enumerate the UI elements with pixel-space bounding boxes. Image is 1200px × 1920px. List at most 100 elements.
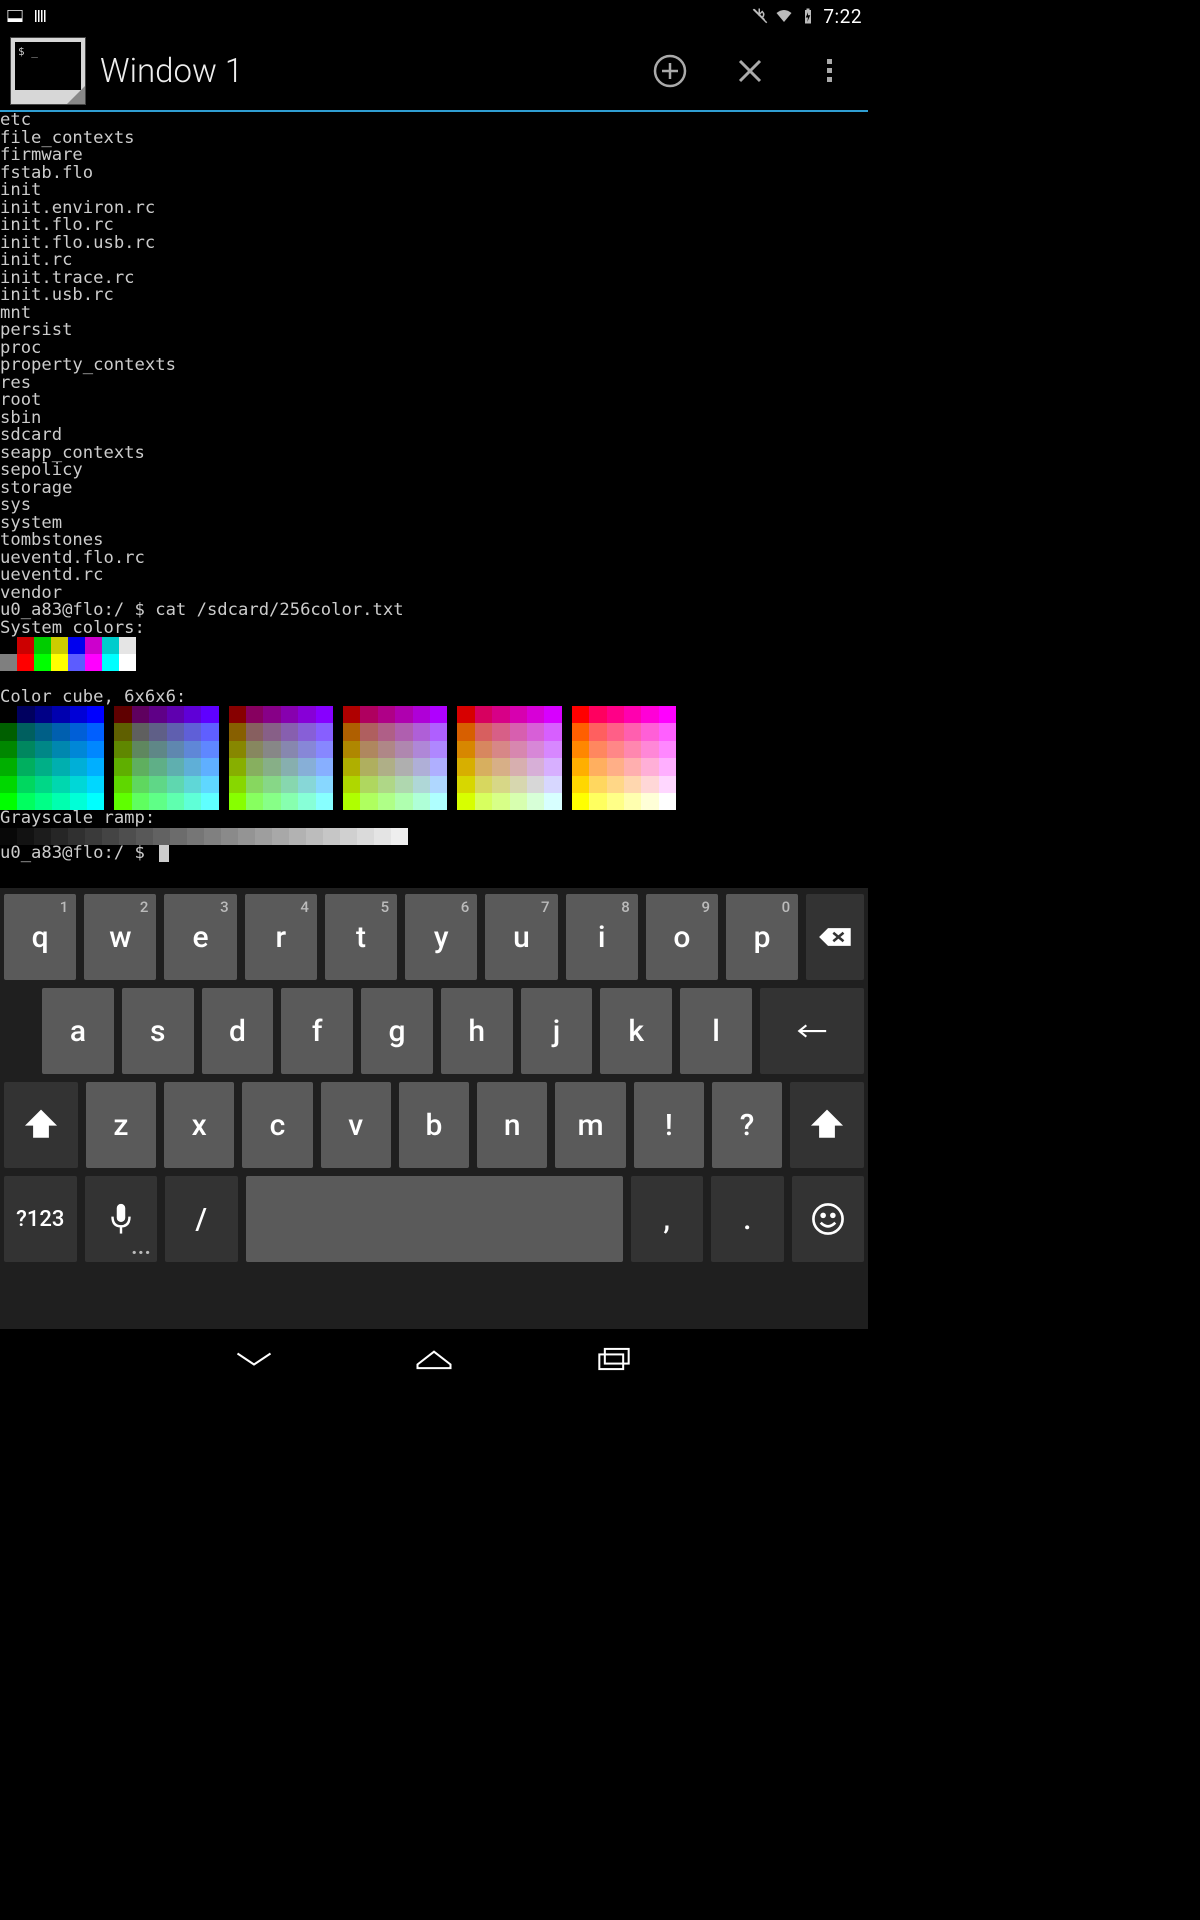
key-i[interactable]: i8: [566, 894, 638, 980]
color-cell: [263, 706, 280, 723]
key-t[interactable]: t5: [325, 894, 397, 980]
tab-selector[interactable]: $ _: [10, 37, 86, 105]
color-cell: [624, 758, 641, 775]
key-sub-label: ...: [131, 1232, 151, 1260]
key-p[interactable]: p0: [726, 894, 798, 980]
key-b[interactable]: b: [399, 1082, 469, 1168]
shift-key-right[interactable]: [790, 1082, 864, 1168]
key-label: f: [312, 1014, 323, 1049]
key-label: h: [468, 1014, 485, 1049]
space-key[interactable]: [246, 1176, 623, 1262]
color-cell: [572, 793, 589, 810]
key-w[interactable]: w2: [84, 894, 156, 980]
key-exclaim[interactable]: !: [634, 1082, 704, 1168]
key-l[interactable]: l: [680, 988, 752, 1074]
terminal-line: sbin: [0, 410, 868, 428]
key-v[interactable]: v: [321, 1082, 391, 1168]
gray-cell: [153, 828, 170, 845]
key-k[interactable]: k: [600, 988, 672, 1074]
color-cell: [343, 758, 360, 775]
color-cell: [607, 793, 624, 810]
key-label: ?: [740, 1108, 755, 1143]
color-cell: [624, 793, 641, 810]
key-d[interactable]: d: [202, 988, 274, 1074]
color-cell: [246, 741, 263, 758]
cursor-icon: [159, 845, 169, 862]
color-cell: [492, 758, 509, 775]
period-key[interactable]: .: [711, 1176, 784, 1262]
key-label: q: [32, 920, 49, 955]
key-question[interactable]: ?: [712, 1082, 782, 1168]
comma-key[interactable]: ,: [631, 1176, 704, 1262]
key-s[interactable]: s: [122, 988, 194, 1074]
shift-icon: [810, 1108, 844, 1142]
gray-cell: [357, 828, 374, 845]
gray-cell: [204, 828, 221, 845]
new-window-button[interactable]: [642, 43, 698, 99]
back-button[interactable]: [229, 1342, 279, 1376]
shift-key-left[interactable]: [4, 1082, 78, 1168]
system-nav-bar: [0, 1329, 868, 1389]
color-cell: [167, 706, 184, 723]
color-cell: [413, 723, 430, 740]
color-cell: [281, 723, 298, 740]
recent-apps-button[interactable]: [589, 1342, 639, 1376]
key-g[interactable]: g: [361, 988, 433, 1074]
key-z[interactable]: z: [86, 1082, 156, 1168]
color-cell: [0, 776, 17, 793]
key-e[interactable]: e3: [164, 894, 236, 980]
key-x[interactable]: x: [164, 1082, 234, 1168]
color-cell: [52, 776, 69, 793]
key-y[interactable]: y6: [405, 894, 477, 980]
emoji-key[interactable]: [792, 1176, 865, 1262]
gray-cell: [289, 828, 306, 845]
key-c[interactable]: c: [242, 1082, 312, 1168]
terminal-line: etc: [0, 112, 868, 130]
voice-input-key[interactable]: ...: [85, 1176, 158, 1262]
color-cell: [527, 741, 544, 758]
system-color-row: [0, 654, 868, 671]
key-n[interactable]: n: [477, 1082, 547, 1168]
color-cell: [378, 723, 395, 740]
key-r[interactable]: r4: [245, 894, 317, 980]
key-a[interactable]: a: [42, 988, 114, 1074]
key-u[interactable]: u7: [485, 894, 557, 980]
key-q[interactable]: q1: [4, 894, 76, 980]
overflow-menu-button[interactable]: [802, 43, 858, 99]
color-cell: [360, 776, 377, 793]
key-m[interactable]: m: [555, 1082, 625, 1168]
color-cell: [510, 706, 527, 723]
key-label: u: [513, 920, 530, 955]
close-window-button[interactable]: [722, 43, 778, 99]
system-color-row: [0, 637, 868, 654]
key-f[interactable]: f: [281, 988, 353, 1074]
terminal-line: init.flo.usb.rc: [0, 235, 868, 253]
terminal-prompt[interactable]: u0_a83@flo:/ $: [0, 845, 868, 863]
color-cell: [34, 654, 51, 671]
color-cell: [589, 741, 606, 758]
terminal-output[interactable]: etcfile_contextsfirmwarefstab.floinitini…: [0, 112, 868, 862]
close-icon: [732, 53, 768, 89]
soft-keyboard: q1w2e3r4t5y6u7i8o9p0 asd f gh jkl zxcvbnm!?…: [0, 888, 868, 1329]
terminal-line: persist: [0, 322, 868, 340]
cube-block: [457, 706, 561, 810]
key-j[interactable]: j: [521, 988, 593, 1074]
color-cell: [114, 706, 131, 723]
color-cell: [229, 706, 246, 723]
color-cell: [184, 758, 201, 775]
color-cell: [0, 637, 17, 654]
terminal-line: mnt: [0, 305, 868, 323]
symbols-key[interactable]: ?123: [4, 1176, 77, 1262]
color-cell: [527, 758, 544, 775]
key-o[interactable]: o9: [646, 894, 718, 980]
color-cell: [378, 706, 395, 723]
color-cell: [17, 654, 34, 671]
enter-key[interactable]: [760, 988, 864, 1074]
backspace-key[interactable]: [806, 894, 864, 980]
gray-cell: [170, 828, 187, 845]
color-cell: [167, 793, 184, 810]
key-h[interactable]: h: [441, 988, 513, 1074]
color-cell: [360, 723, 377, 740]
slash-key[interactable]: /: [165, 1176, 238, 1262]
home-button[interactable]: [409, 1342, 459, 1376]
